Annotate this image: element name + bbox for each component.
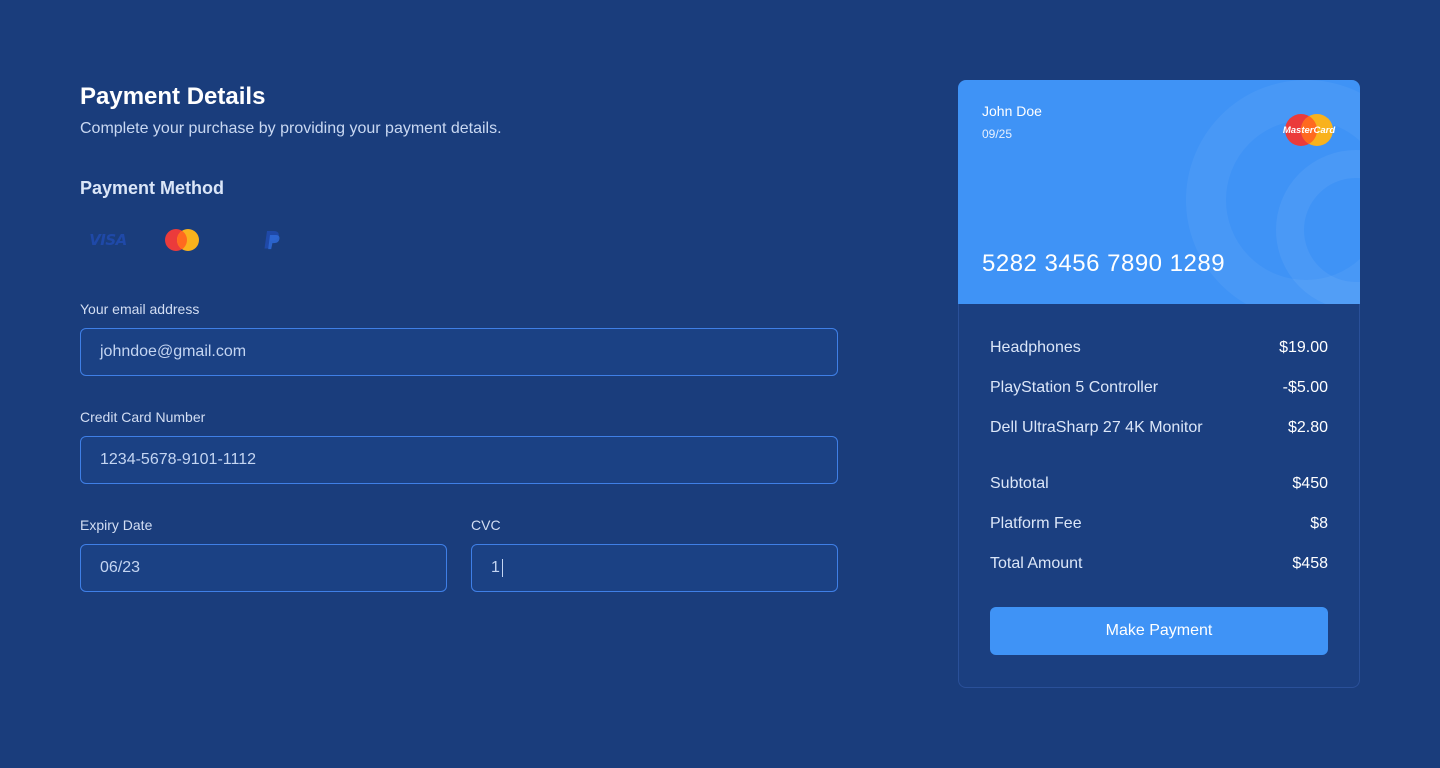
make-payment-button[interactable]: Make Payment [990, 607, 1328, 655]
card-number-input[interactable]: 1234-5678-9101-1112 [80, 436, 838, 484]
paypal-icon [264, 231, 280, 250]
total-amount: $458 [1292, 555, 1328, 572]
item-name: PlayStation 5 Controller [990, 379, 1159, 396]
subtotal-amount: $450 [1292, 475, 1328, 492]
expiry-value: 06/23 [100, 559, 141, 576]
paypal-option[interactable] [252, 220, 292, 260]
visa-icon: VISA [89, 231, 127, 249]
card-number-field-group: Credit Card Number 1234-5678-9101-1112 [80, 408, 838, 484]
card-number-display: 5282 3456 7890 1289 [982, 250, 1226, 277]
payment-form: Payment Details Complete your purchase b… [80, 82, 838, 592]
cvc-label: CVC [471, 517, 501, 533]
cvc-field-group: CVC 1 [471, 516, 838, 592]
email-input[interactable]: johndoe@gmail.com [80, 328, 838, 376]
email-field-group: Your email address johndoe@gmail.com [80, 300, 838, 376]
item-amount: -$5.00 [1282, 379, 1328, 396]
card-number-label: Credit Card Number [80, 409, 206, 425]
platform-fee-amount: $8 [1310, 515, 1328, 532]
payment-methods: VISA [80, 220, 838, 260]
item-name: Headphones [990, 339, 1081, 356]
expiry-cvc-row: Expiry Date 06/23 CVC 1 [80, 516, 838, 592]
expiry-field-group: Expiry Date 06/23 [80, 516, 447, 592]
card-preview: John Doe 09/25 MasterCard 5282 3456 7890… [958, 80, 1360, 304]
mastercard-logo-icon: MasterCard [1283, 114, 1335, 146]
platform-fee-row: Platform Fee $8 [990, 514, 1328, 534]
mastercard-logo-text: MasterCard [1283, 125, 1335, 136]
card-expiry: 09/25 [982, 127, 1013, 141]
text-caret [501, 559, 503, 577]
mastercard-option[interactable] [154, 220, 210, 260]
subtotal-label: Subtotal [990, 475, 1049, 492]
card-number-value: 1234-5678-9101-1112 [100, 451, 256, 468]
summary-item: Dell UltraSharp 27 4K Monitor $2.80 [990, 418, 1328, 438]
payment-method-title: Payment Method [80, 178, 225, 198]
email-value: johndoe@gmail.com [100, 343, 247, 360]
expiry-label: Expiry Date [80, 517, 153, 533]
email-label: Your email address [80, 301, 200, 317]
payment-page: Payment Details Complete your purchase b… [0, 0, 1440, 768]
platform-fee-label: Platform Fee [990, 515, 1082, 532]
summary-item: Headphones $19.00 [990, 338, 1328, 358]
page-title: Payment Details [80, 83, 266, 110]
mastercard-icon [165, 229, 199, 251]
expiry-input[interactable]: 06/23 [80, 544, 447, 592]
page-subtitle: Complete your purchase by providing your… [80, 120, 502, 137]
cvc-input[interactable]: 1 [471, 544, 838, 592]
total-row: Total Amount $458 [990, 554, 1328, 574]
order-summary: Headphones $19.00 PlayStation 5 Controll… [958, 304, 1360, 688]
total-label: Total Amount [990, 555, 1083, 572]
item-name: Dell UltraSharp 27 4K Monitor [990, 419, 1203, 436]
item-amount: $19.00 [1279, 339, 1328, 356]
cvc-value: 1 [491, 559, 500, 576]
item-amount: $2.80 [1287, 419, 1328, 436]
card-holder-name: John Doe [982, 103, 1042, 119]
summary-item: PlayStation 5 Controller -$5.00 [990, 378, 1328, 398]
visa-option[interactable]: VISA [80, 220, 136, 260]
subtotal-row: Subtotal $450 [990, 474, 1328, 494]
